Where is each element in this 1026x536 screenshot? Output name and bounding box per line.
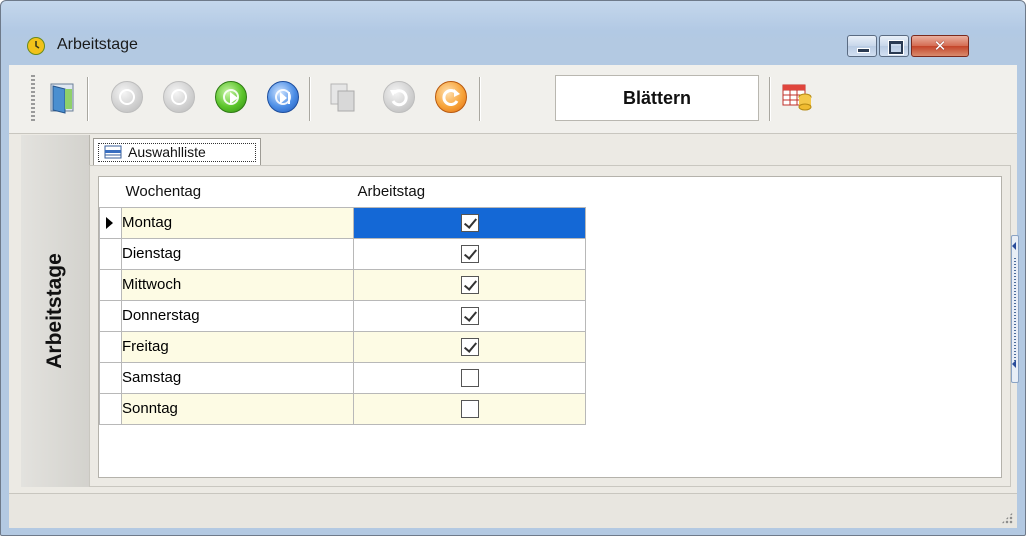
weekday-cell[interactable]: Dienstag xyxy=(121,237,354,270)
data-grid[interactable]: Wochentag Arbeitstag Montag Dienstag Mit… xyxy=(98,176,1002,478)
maximize-button[interactable] xyxy=(879,35,909,57)
application-window: Arbeitstage ✕ Blättern Arbeitstage Auswa… xyxy=(0,0,1026,536)
column-header-arbeitstag[interactable]: Arbeitstag xyxy=(354,177,586,207)
table-row[interactable]: Donnerstag xyxy=(99,299,586,332)
row-indicator[interactable] xyxy=(99,392,122,425)
copy-button[interactable] xyxy=(325,79,361,115)
table-row[interactable]: Freitag xyxy=(99,330,586,363)
weekday-cell[interactable]: Montag xyxy=(121,206,354,239)
last-record-button[interactable] xyxy=(265,79,301,115)
undo-button[interactable] xyxy=(381,79,417,115)
toolbar-separator xyxy=(87,77,89,121)
previous-record-button[interactable] xyxy=(161,79,197,115)
workday-checkbox[interactable] xyxy=(460,399,479,418)
weekday-cell[interactable]: Sonntag xyxy=(121,392,354,425)
tab-auswahlliste[interactable]: Auswahlliste xyxy=(93,138,261,166)
table-row[interactable]: Dienstag xyxy=(99,237,586,270)
clock-icon xyxy=(27,37,45,55)
table-database-icon xyxy=(782,84,812,111)
collapse-arrow-icon xyxy=(1012,242,1016,250)
tab-label: Auswahlliste xyxy=(128,144,206,160)
toolbar-separator xyxy=(309,77,311,121)
workday-cell[interactable] xyxy=(353,392,586,425)
workday-checkbox[interactable] xyxy=(460,368,479,387)
workday-checkbox[interactable] xyxy=(460,275,479,294)
current-row-arrow-icon xyxy=(106,217,113,230)
list-panel: Wochentag Arbeitstag Montag Dienstag Mit… xyxy=(89,165,1011,487)
row-indicator[interactable] xyxy=(99,268,122,301)
row-indicator[interactable] xyxy=(99,206,122,239)
workday-cell[interactable] xyxy=(353,330,586,363)
workdays-table: Wochentag Arbeitstag Montag Dienstag Mit… xyxy=(99,177,586,425)
table-database-button[interactable] xyxy=(779,79,815,115)
copy-document-icon xyxy=(330,83,355,112)
row-indicator[interactable] xyxy=(99,361,122,394)
last-icon xyxy=(267,81,299,113)
splitter-grip xyxy=(1014,258,1016,362)
list-icon xyxy=(104,145,122,159)
undo-icon xyxy=(383,81,415,113)
toolbar-grip[interactable] xyxy=(31,75,35,121)
exit-button[interactable] xyxy=(45,79,81,115)
workday-cell[interactable] xyxy=(353,206,586,239)
first-record-button[interactable] xyxy=(109,79,145,115)
workday-checkbox[interactable] xyxy=(460,213,479,232)
table-row[interactable]: Montag xyxy=(99,206,586,239)
client-area: Blättern Arbeitstage Auswahlliste Wochen… xyxy=(9,65,1019,528)
toolbar-separator xyxy=(769,77,771,121)
door-exit-icon xyxy=(50,83,74,114)
minimize-icon xyxy=(857,48,870,53)
row-indicator[interactable] xyxy=(99,299,122,332)
maximize-icon xyxy=(888,40,904,55)
close-icon: ✕ xyxy=(933,37,947,55)
table-row[interactable]: Sonntag xyxy=(99,392,586,425)
table-row[interactable]: Mittwoch xyxy=(99,268,586,301)
vertical-section-label: Arbeitstage xyxy=(21,135,90,487)
weekday-cell[interactable]: Freitag xyxy=(121,330,354,363)
collapse-arrow-icon xyxy=(1012,360,1016,368)
toolbar-separator xyxy=(479,77,481,121)
section-title: Arbeitstage xyxy=(43,253,66,369)
title-bar[interactable]: Arbeitstage ✕ xyxy=(1,1,1025,57)
table-row[interactable]: Samstag xyxy=(99,361,586,394)
toolbar: Blättern xyxy=(9,65,1017,134)
resize-grip-icon[interactable] xyxy=(1001,512,1013,524)
close-button[interactable]: ✕ xyxy=(911,35,969,57)
weekday-cell[interactable]: Mittwoch xyxy=(121,268,354,301)
previous-icon xyxy=(163,81,195,113)
column-header-wochentag[interactable]: Wochentag xyxy=(122,177,354,207)
workday-cell[interactable] xyxy=(353,237,586,270)
workday-cell[interactable] xyxy=(353,268,586,301)
first-icon xyxy=(111,81,143,113)
workday-checkbox[interactable] xyxy=(460,306,479,325)
workday-cell[interactable] xyxy=(353,361,586,394)
status-bar xyxy=(9,493,1017,528)
panel-splitter[interactable] xyxy=(1011,235,1019,383)
grid-header-row: Wochentag Arbeitstag xyxy=(100,177,586,207)
refresh-button[interactable] xyxy=(433,79,469,115)
mode-indicator: Blättern xyxy=(555,75,759,121)
window-title: Arbeitstage xyxy=(57,36,138,53)
row-indicator[interactable] xyxy=(99,237,122,270)
workday-checkbox[interactable] xyxy=(460,244,479,263)
next-record-button[interactable] xyxy=(213,79,249,115)
workday-checkbox[interactable] xyxy=(460,337,479,356)
next-icon xyxy=(215,81,247,113)
row-indicator-header xyxy=(100,177,122,207)
minimize-button[interactable] xyxy=(847,35,877,57)
refresh-icon xyxy=(435,81,467,113)
row-indicator[interactable] xyxy=(99,330,122,363)
weekday-cell[interactable]: Donnerstag xyxy=(121,299,354,332)
workday-cell[interactable] xyxy=(353,299,586,332)
weekday-cell[interactable]: Samstag xyxy=(121,361,354,394)
